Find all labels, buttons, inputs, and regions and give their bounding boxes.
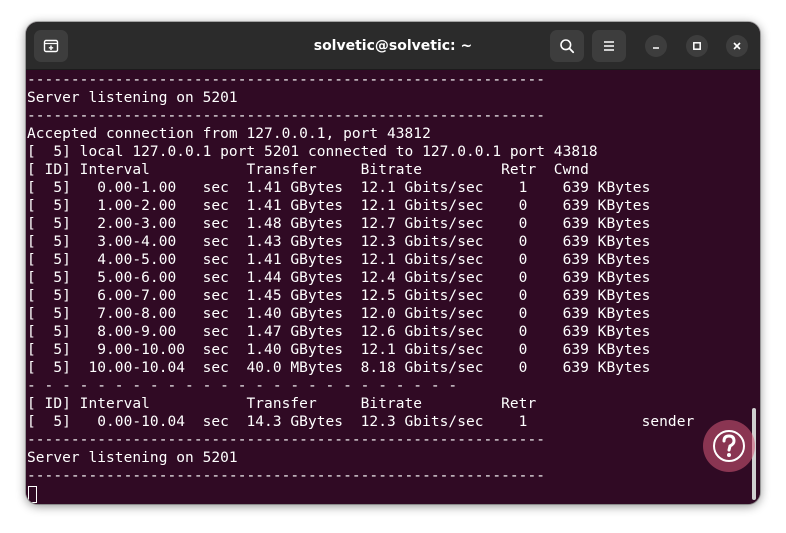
close-icon xyxy=(733,42,741,50)
watermark-logo xyxy=(703,420,755,472)
terminal-window: solvetic@solvetic: ~ -------------------… xyxy=(26,22,760,504)
hamburger-menu-icon xyxy=(604,41,614,51)
terminal-line: [ 5] 0.00-10.04 sec 14.3 GBytes 12.3 Gbi… xyxy=(27,414,695,430)
terminal-line: ----------------------------------------… xyxy=(27,432,546,448)
maximize-button[interactable] xyxy=(686,35,708,57)
search-icon xyxy=(560,39,575,54)
terminal-prompt-line[interactable] xyxy=(27,485,760,503)
terminal-line: [ ID] Interval Transfer Bitrate Retr Cwn… xyxy=(27,162,589,178)
close-button[interactable] xyxy=(726,35,748,57)
terminal-line: Accepted connection from 127.0.0.1, port… xyxy=(27,126,431,142)
terminal-line: [ 5] 2.00-3.00 sec 1.48 GBytes 12.7 Gbit… xyxy=(27,216,651,232)
terminal-line: [ 5] local 127.0.0.1 port 5201 connected… xyxy=(27,144,598,160)
minimize-button[interactable] xyxy=(645,35,667,57)
terminal-line: ----------------------------------------… xyxy=(27,108,546,124)
terminal-line: Server listening on 5201 xyxy=(27,450,238,466)
new-tab-button[interactable] xyxy=(34,30,68,62)
minimize-icon xyxy=(653,47,659,49)
terminal-line: [ 5] 10.00-10.04 sec 40.0 MBytes 8.18 Gb… xyxy=(27,360,651,376)
terminal-line: [ ID] Interval Transfer Bitrate Retr xyxy=(27,396,537,412)
terminal-line: [ 5] 7.00-8.00 sec 1.40 GBytes 12.0 Gbit… xyxy=(27,306,651,322)
search-button[interactable] xyxy=(550,30,584,62)
terminal-line: [ 5] 9.00-10.00 sec 1.40 GBytes 12.1 Gbi… xyxy=(27,342,651,358)
terminal-line: ----------------------------------------… xyxy=(27,72,546,88)
terminal-line: [ 5] 3.00-4.00 sec 1.43 GBytes 12.3 Gbit… xyxy=(27,234,651,250)
terminal-output[interactable]: ----------------------------------------… xyxy=(26,71,760,504)
terminal-line: Server listening on 5201 xyxy=(27,90,238,106)
titlebar[interactable]: solvetic@solvetic: ~ xyxy=(26,22,760,70)
terminal-line: [ 5] 5.00-6.00 sec 1.44 GBytes 12.4 Gbit… xyxy=(27,270,651,286)
terminal-line: - - - - - - - - - - - - - - - - - - - - … xyxy=(27,378,458,394)
maximize-icon xyxy=(693,42,701,50)
menu-button[interactable] xyxy=(592,30,626,62)
terminal-line: [ 5] 8.00-9.00 sec 1.47 GBytes 12.6 Gbit… xyxy=(27,324,651,340)
new-tab-icon xyxy=(43,39,59,53)
terminal-line: [ 5] 1.00-2.00 sec 1.41 GBytes 12.1 Gbit… xyxy=(27,198,651,214)
text-cursor xyxy=(28,486,37,503)
terminal-line: ----------------------------------------… xyxy=(27,468,546,484)
terminal-line: [ 5] 0.00-1.00 sec 1.41 GBytes 12.1 Gbit… xyxy=(27,180,651,196)
terminal-line: [ 5] 4.00-5.00 sec 1.41 GBytes 12.1 Gbit… xyxy=(27,252,651,268)
terminal-line: [ 5] 6.00-7.00 sec 1.45 GBytes 12.5 Gbit… xyxy=(27,288,651,304)
watermark-logo-icon xyxy=(713,430,745,462)
